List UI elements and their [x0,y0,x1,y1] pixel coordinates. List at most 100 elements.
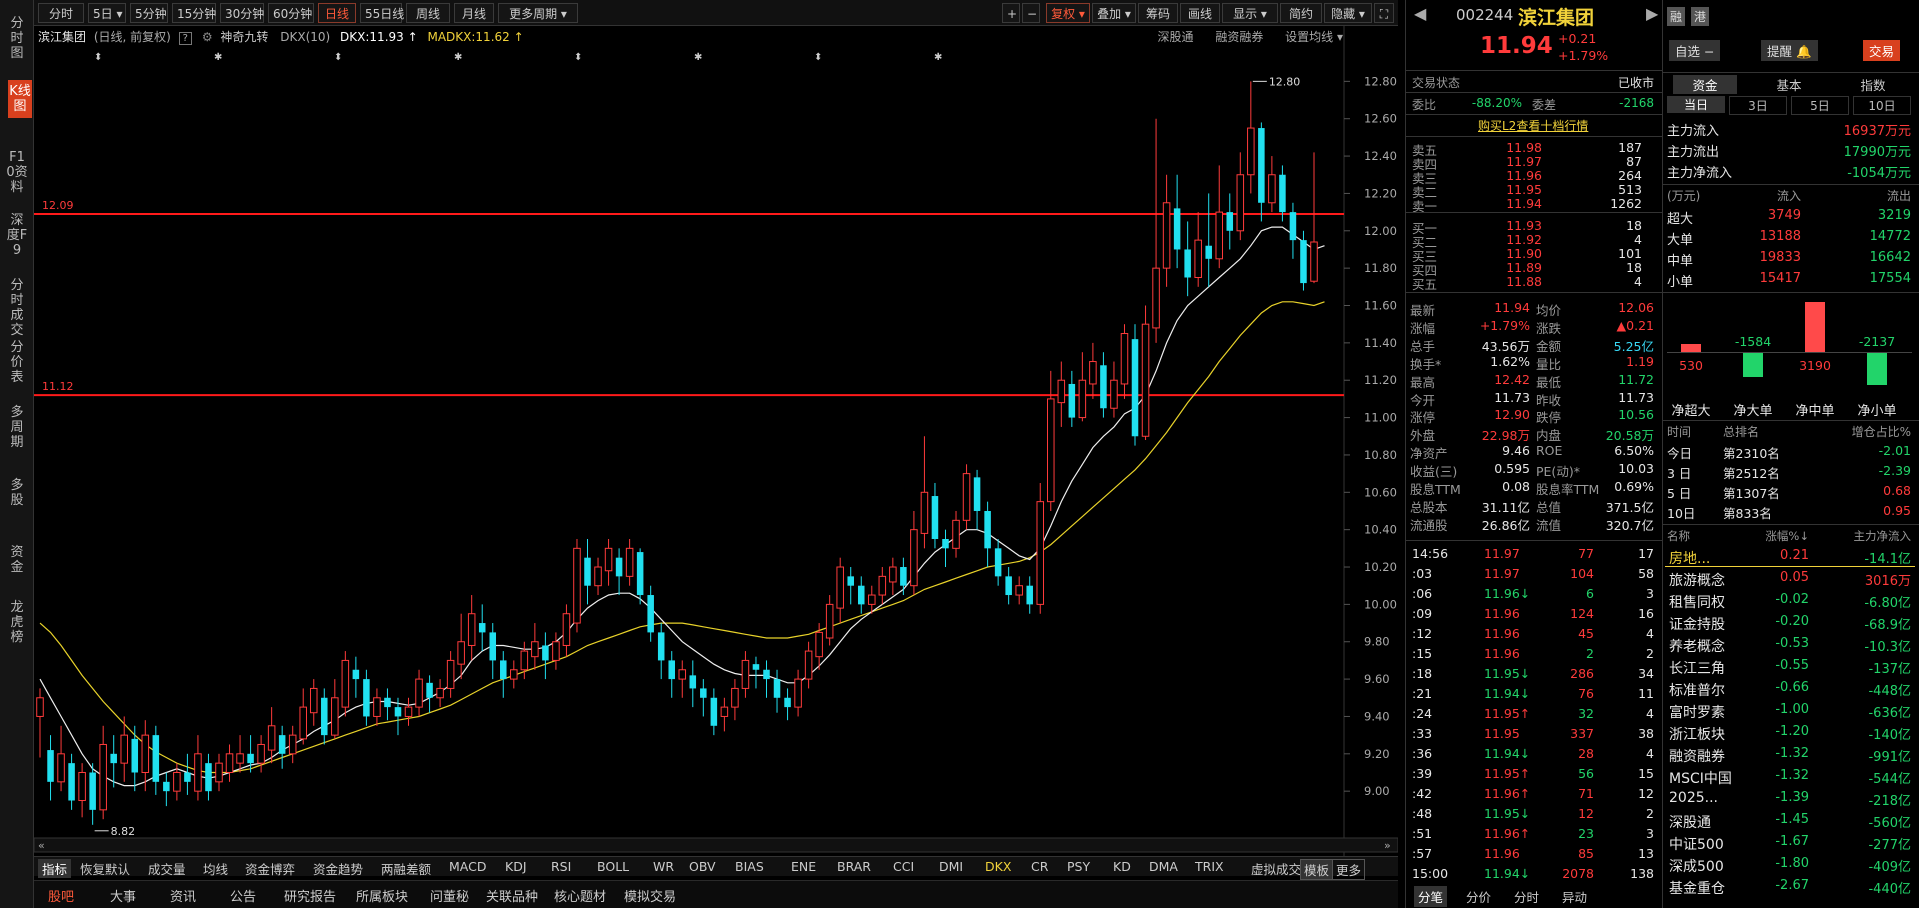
ask-row[interactable]: 卖一 11.94 1262 [1406,196,1662,214]
period-button-6[interactable]: 日线 [318,3,356,23]
trade-button[interactable]: 交易 [1863,40,1901,61]
tab-multi-period[interactable]: 多周期 [6,405,28,450]
indicator-4[interactable]: 资金博弈 [245,859,295,878]
sector-name[interactable]: 长江三角 [1669,658,1725,678]
indicator-3[interactable]: 均线 [203,859,228,878]
tick-tab-0[interactable]: 分笔 [1414,886,1448,907]
tab-intraday[interactable]: 分时图 [6,16,28,61]
indicator-5[interactable]: 资金趋势 [313,859,363,878]
period-button-9[interactable]: 月线 [454,3,494,23]
watchlist-button[interactable]: 自选 − [1669,40,1721,61]
tab-dragon-tiger[interactable]: 龙虎榜 [6,600,28,645]
fund-subtab-2[interactable]: 5日 [1791,96,1849,115]
indicator-10[interactable]: BOLL [597,859,629,874]
indicator-1[interactable]: 恢复默认 [80,859,130,878]
sector-name[interactable]: 2025... [1669,790,1718,806]
toolbar-right-button-0[interactable]: + [1002,3,1020,23]
fund-tab-2[interactable]: 指数 [1841,75,1905,94]
kline-chart-area[interactable]: 滨江集团 (日线, 前复权) ? ⚙ 神奇九转 DKX(10) DKX:11.9… [34,26,1398,856]
sector-name[interactable]: 深成500 [1669,856,1724,876]
tab-f10[interactable]: F10资料 [6,150,28,195]
bottom-tab-1[interactable]: 大事 [110,886,136,905]
toolbar-right-button-5[interactable]: 画线 [1180,3,1220,23]
tab-depth[interactable]: 深度F9 [6,213,28,258]
bottom-tab-6[interactable]: 问董秘 [430,886,469,905]
indicator-25[interactable]: 更多 [1332,859,1366,880]
sector-name[interactable]: 租售同权 [1669,592,1725,612]
sector-head[interactable]: 名称 [1667,528,1690,544]
toolbar-right-button-9[interactable]: ⛶ [1374,3,1394,23]
sector-head[interactable]: 主力净流入 [1854,528,1912,544]
indicator-26[interactable]: 模板 [1300,859,1334,880]
fund-subtab-0[interactable]: 当日 [1667,96,1725,113]
period-button-10[interactable]: 更多周期 ▾ [498,3,578,23]
sector-name[interactable]: 基金重仓 [1669,878,1725,898]
prev-stock-icon[interactable]: ◀ [1414,4,1426,23]
period-button-7[interactable]: 55日线 [360,3,404,23]
sector-name[interactable]: 房地... [1669,548,1710,568]
bottom-tab-5[interactable]: 所属板块 [356,886,408,905]
indicator-19[interactable]: CR [1031,859,1048,874]
toolbar-right-button-7[interactable]: 简约 [1280,3,1322,23]
period-button-4[interactable]: 30分钟 [220,3,264,23]
sector-name[interactable]: 证金持股 [1669,614,1725,634]
tab-multi-stock[interactable]: 多股 [6,478,28,508]
sector-name[interactable]: 浙江板块 [1669,724,1725,744]
bottom-tab-4[interactable]: 研究报告 [284,886,336,905]
bottom-tab-9[interactable]: 模拟交易 [624,886,676,905]
toolbar-right-button-8[interactable]: 隐藏 ▾ [1324,3,1372,23]
period-button-5[interactable]: 60分钟 [268,3,314,23]
period-button-0[interactable]: 分时 [38,3,84,23]
tab-ticks[interactable]: 分时成交 [6,278,28,338]
sector-name[interactable]: 标准普尔 [1669,680,1725,700]
margin-badge[interactable]: 融 [1667,7,1686,26]
bottom-tab-3[interactable]: 公告 [230,886,256,905]
indicator-22[interactable]: DMA [1149,859,1178,874]
indicator-14[interactable]: ENE [791,859,816,874]
indicator-21[interactable]: KD [1113,859,1131,874]
l2-link[interactable]: 购买L2查看十档行情 [1478,117,1588,134]
tab-kline[interactable]: K线图 [8,80,32,118]
alert-button[interactable]: 提醒 🔔 [1761,40,1818,61]
indicator-0[interactable]: 指标 [38,859,72,878]
indicator-20[interactable]: PSY [1067,859,1090,874]
bid-row[interactable]: 买五 11.88 4 [1406,274,1662,292]
tick-tab-2[interactable]: 分时 [1510,886,1543,907]
toolbar-right-button-2[interactable]: 复权 ▾ [1046,3,1090,23]
indicator-16[interactable]: CCI [893,859,914,874]
indicator-15[interactable]: BRAR [837,859,871,874]
toolbar-right-button-6[interactable]: 显示 ▾ [1222,3,1278,23]
sector-name[interactable]: 养老概念 [1669,636,1725,656]
indicator-2[interactable]: 成交量 [148,859,186,878]
indicator-8[interactable]: KDJ [505,859,527,874]
indicator-18[interactable]: DKX [985,859,1011,874]
fund-subtab-3[interactable]: 10日 [1853,96,1911,115]
toolbar-right-button-4[interactable]: 筹码 [1138,3,1178,23]
sector-name[interactable]: 旅游概念 [1669,570,1725,590]
period-button-2[interactable]: 5分钟 [130,3,168,23]
toolbar-right-button-3[interactable]: 叠加 ▾ [1092,3,1136,23]
next-stock-icon[interactable]: ▶ [1646,4,1658,23]
tab-price-table[interactable]: 分价表 [6,340,28,385]
tick-tab-3[interactable]: 异动 [1558,886,1591,907]
fund-tab-1[interactable]: 基本 [1757,75,1821,94]
bottom-tab-7[interactable]: 关联品种 [486,886,538,905]
indicator-7[interactable]: MACD [449,859,486,874]
indicator-11[interactable]: WR [653,859,674,874]
period-button-1[interactable]: 5日 ▾ [88,3,126,23]
sector-name[interactable]: 富时罗素 [1669,702,1725,722]
bottom-tab-8[interactable]: 核心题材 [554,886,606,905]
tab-capital[interactable]: 资金 [6,545,28,575]
indicator-17[interactable]: DMI [939,859,963,874]
period-button-8[interactable]: 周线 [406,3,450,23]
fund-subtab-1[interactable]: 3日 [1729,96,1787,115]
sector-head[interactable]: 涨幅%↓ [1765,528,1809,544]
indicator-23[interactable]: TRIX [1195,859,1224,874]
bottom-tab-0[interactable]: 股吧 [48,886,74,905]
fund-tab-0[interactable]: 资金 [1673,75,1737,94]
sector-name[interactable]: 融资融券 [1669,746,1725,766]
indicator-13[interactable]: BIAS [735,859,764,874]
sector-name[interactable]: 中证500 [1669,834,1724,854]
toolbar-right-button-1[interactable]: − [1022,3,1040,23]
sector-name[interactable]: 深股通 [1669,812,1711,832]
